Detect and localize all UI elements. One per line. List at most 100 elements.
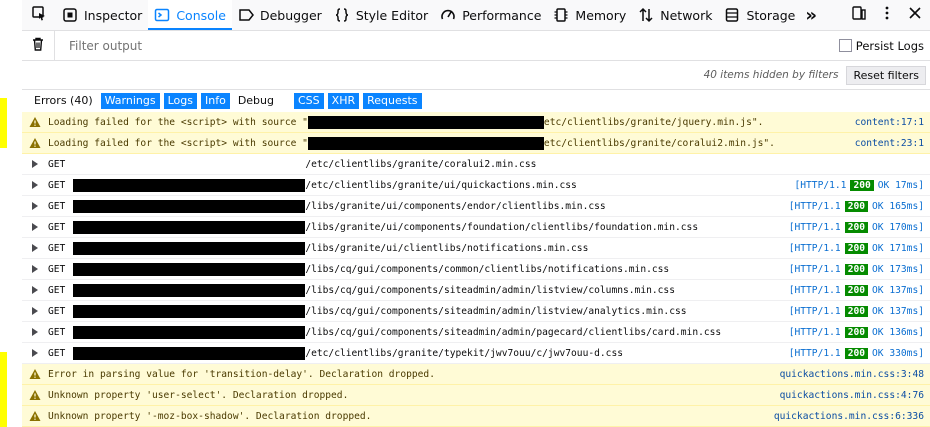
network-request-row[interactable]: GET/libs/cq/gui/components/common/client…	[22, 259, 930, 280]
request-text: GET/etc/clientlibs/granite/typekit/jwv7o…	[48, 346, 789, 360]
chevron-double-right-icon: »	[805, 4, 818, 26]
response-status: [HTTP/1.1 200 OK 171ms]	[789, 242, 930, 254]
response-status: [HTTP/1.1 200 OK 173ms]	[788, 263, 930, 275]
tab-label: Memory	[575, 7, 627, 23]
tabs-overflow-button[interactable]: »	[801, 0, 821, 30]
status-badge: 200	[844, 326, 869, 338]
filter-xhr-button[interactable]: XHR	[327, 93, 360, 109]
filter-info-button[interactable]: Info	[200, 93, 230, 109]
response-time: OK 170ms]	[872, 221, 924, 233]
status-badge: 200	[850, 179, 874, 191]
request-path[interactable]: /libs/cq/gui/components/siteadmin/admin/…	[305, 327, 721, 338]
responsive-design-icon	[851, 5, 867, 25]
tab-label: Style Editor	[355, 7, 429, 23]
expand-arrow-icon[interactable]	[22, 202, 48, 210]
response-time: OK 330ms]	[872, 347, 924, 359]
redacted-url	[307, 136, 544, 150]
request-path[interactable]: /libs/granite/ui/clientlibs/notification…	[305, 243, 588, 254]
tab-style-editor[interactable]: Style Editor	[328, 0, 434, 30]
expand-arrow-icon[interactable]	[22, 244, 48, 252]
status-badge: 200	[844, 347, 869, 359]
network-request-row[interactable]: GET/libs/granite/ui/clientlibs/notificat…	[22, 238, 930, 259]
warning-message: Error in parsing value for 'transition-d…	[22, 364, 930, 385]
expand-arrow-icon[interactable]	[22, 328, 48, 336]
expand-arrow-icon[interactable]	[22, 160, 48, 168]
message-text: Loading failed for the <script> with sou…	[48, 115, 855, 129]
network-request-row[interactable]: GET/libs/cq/gui/components/siteadmin/adm…	[22, 322, 930, 343]
pick-element-icon	[31, 5, 47, 25]
expand-arrow-icon[interactable]	[22, 265, 48, 273]
message-text: Loading failed for the <script> with sou…	[48, 136, 855, 150]
warning-icon	[22, 137, 48, 149]
source-location-link[interactable]: quickactions.min.css:3:48	[780, 369, 930, 380]
request-path[interactable]: /etc/clientlibs/granite/typekit/jwv7ouu/…	[305, 348, 623, 359]
request-method: GET	[48, 242, 66, 254]
clear-console-button[interactable]	[22, 31, 55, 60]
request-path[interactable]: /libs/cq/gui/components/siteadmin/admin/…	[305, 285, 675, 296]
tab-debugger[interactable]: Debugger	[232, 0, 328, 30]
filter-debug-button[interactable]: Debug	[234, 93, 278, 109]
network-request-row[interactable]: GET/libs/granite/ui/components/foundatio…	[22, 217, 930, 238]
filter-css-button[interactable]: CSS	[294, 93, 324, 109]
request-method: GET	[48, 263, 66, 275]
response-status: [HTTP/1.1 200 OK 136ms]	[789, 326, 930, 338]
expand-arrow-icon[interactable]	[22, 181, 48, 189]
close-devtools-button[interactable]	[904, 4, 926, 26]
request-text: GET/etc/clientlibs/granite/ui/quickactio…	[48, 178, 794, 192]
protocol-text: [HTTP/1.1	[788, 263, 841, 275]
redacted-url	[73, 220, 306, 234]
network-request-row[interactable]: GET/etc/clientlibs/granite/coralui2.min.…	[22, 154, 930, 175]
style-editor-icon	[334, 7, 350, 23]
network-request-row[interactable]: GET/libs/cq/gui/components/siteadmin/adm…	[22, 301, 930, 322]
response-time: OK 137ms]	[872, 284, 924, 296]
request-method: GET	[48, 305, 66, 317]
source-location-link[interactable]: content:23:1	[855, 138, 930, 149]
console-filter-bar: Persist Logs	[22, 31, 930, 61]
request-path[interactable]: /libs/granite/ui/components/endor/client…	[305, 201, 605, 212]
status-badge: 200	[844, 200, 869, 212]
response-status: [HTTP/1.1 200 OK 330ms]	[789, 347, 930, 359]
network-request-row[interactable]: GET/etc/clientlibs/granite/typekit/jwv7o…	[22, 343, 930, 364]
filter-errors-button[interactable]: Errors (40)	[30, 93, 97, 109]
source-location-link[interactable]: quickactions.min.css:4:76	[780, 390, 930, 401]
trash-icon	[30, 36, 46, 56]
tab-label: Console	[176, 7, 226, 23]
filter-logs-button[interactable]: Logs	[163, 93, 197, 109]
pick-element-button[interactable]	[22, 0, 56, 30]
tab-storage[interactable]: Storage	[718, 0, 801, 30]
warning-icon	[22, 368, 48, 380]
network-request-row[interactable]: GET/libs/granite/ui/components/endor/cli…	[22, 196, 930, 217]
redacted-url	[73, 199, 306, 213]
tab-inspector[interactable]: Inspector	[56, 0, 148, 30]
response-status: [HTTP/1.1 200 OK 137ms]	[789, 305, 930, 317]
status-badge: 200	[844, 221, 869, 233]
network-request-row[interactable]: GET/libs/cq/gui/components/siteadmin/adm…	[22, 280, 930, 301]
network-request-row[interactable]: GET/etc/clientlibs/granite/ui/quickactio…	[22, 175, 930, 196]
request-path[interactable]: /etc/clientlibs/granite/coralui2.min.css	[305, 159, 536, 170]
filter-requests-button[interactable]: Requests	[363, 93, 422, 109]
checkbox-box[interactable]	[838, 39, 852, 52]
source-location-link[interactable]: content:17:1	[855, 117, 930, 128]
source-location-link[interactable]: quickactions.min.css:6:336	[774, 411, 930, 422]
expand-arrow-icon[interactable]	[22, 349, 48, 357]
expand-arrow-icon[interactable]	[22, 286, 48, 294]
persist-logs-checkbox[interactable]: Persist Logs	[838, 39, 930, 53]
tab-memory[interactable]: Memory	[547, 0, 632, 30]
reset-filters-button[interactable]: Reset filters	[846, 65, 926, 85]
request-path[interactable]: /etc/clientlibs/granite/ui/quickactions.…	[305, 180, 576, 191]
tab-console[interactable]: Console	[148, 0, 232, 30]
expand-arrow-icon[interactable]	[22, 223, 48, 231]
filter-warnings-button[interactable]: Warnings	[100, 93, 160, 109]
response-time: OK 17ms]	[877, 179, 924, 191]
message-prefix: Loading failed for the <script> with sou…	[48, 116, 308, 128]
request-path[interactable]: /libs/cq/gui/components/common/clientlib…	[305, 264, 669, 275]
tab-performance[interactable]: Performance	[434, 0, 547, 30]
filter-output-input[interactable]	[55, 37, 839, 54]
request-path[interactable]: /libs/cq/gui/components/siteadmin/admin/…	[305, 306, 686, 317]
request-path[interactable]: /libs/granite/ui/components/foundation/c…	[305, 222, 698, 233]
expand-arrow-icon[interactable]	[22, 307, 48, 315]
responsive-mode-button[interactable]	[848, 4, 870, 26]
response-time: OK 165ms]	[872, 200, 924, 212]
tab-network[interactable]: Network	[632, 0, 718, 30]
more-options-button[interactable]	[876, 4, 898, 26]
